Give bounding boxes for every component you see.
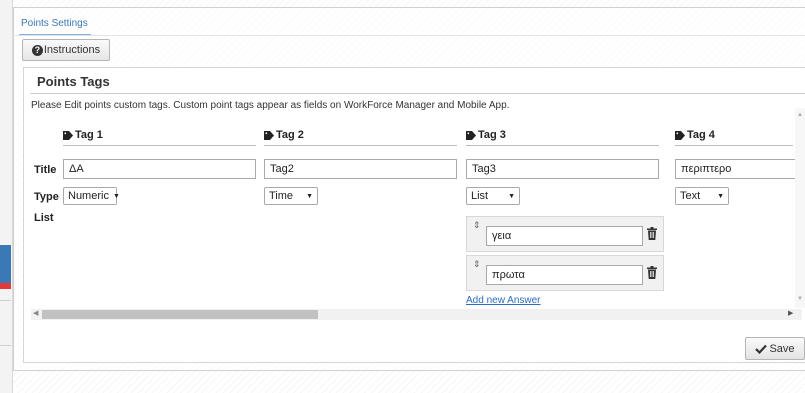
tag-2-underline [264,145,457,146]
tag-4-underline [675,145,793,146]
instructions-button-label: Instructions [43,44,101,56]
tag-1-underline [63,145,256,146]
tag-1-label: Tag 1 [75,129,103,141]
dropdown-caret-icon: ▼ [112,192,120,200]
left-sidebar-strip [0,0,13,393]
dropdown-caret-icon: ▼ [508,192,515,200]
section-divider [30,93,805,94]
tag-1-type-value: Numeric [68,190,109,202]
add-new-answer-link[interactable]: Add new Answer [466,295,541,306]
tag-1-header: Tag 1 [63,129,103,141]
tag-4-type-select[interactable]: Text ▼ [675,187,729,205]
tag-3-type-select[interactable]: List ▼ [466,187,520,205]
section-description: Please Edit points custom tags. Custom p… [31,100,510,111]
tab-points-settings[interactable]: Points Settings [19,17,91,36]
tag-3-title-input[interactable] [466,159,659,179]
title-row-label: Title [34,164,57,176]
trash-icon[interactable] [647,266,657,279]
list-answer-item: ⇕ [466,216,664,252]
type-row-label: Type [34,191,59,203]
scroll-right-icon[interactable]: ▶ [788,309,793,317]
list-row-label: List [34,212,54,224]
save-button[interactable]: Save [745,337,805,360]
tag-4-header: Tag 4 [675,129,715,141]
section-title: Points Tags [37,74,110,89]
horizontal-scroll-thumb[interactable] [42,310,318,319]
scroll-up-icon[interactable]: ▲ [797,112,803,118]
list-answer-item: ⇕ [466,255,664,291]
check-icon [755,344,768,354]
tag-3-header: Tag 3 [466,129,506,141]
dropdown-caret-icon: ▼ [306,192,313,200]
answer-input[interactable] [486,265,643,285]
tag-2-label: Tag 2 [276,129,304,141]
dropdown-caret-icon: ▼ [717,192,724,200]
tag-4-label: Tag 4 [687,129,715,141]
tag-4-type-value: Text [680,190,701,202]
tag-2-type-select[interactable]: Time ▼ [264,187,318,205]
trash-icon[interactable] [647,227,657,240]
sidebar-red-marker [0,283,11,289]
sidebar-divider [0,300,11,301]
tag-3-underline [466,145,659,146]
tag-1-type-select[interactable]: Numeric ▼ [63,187,120,205]
tag-1-title-input[interactable] [63,159,256,179]
vertical-scrollbar[interactable] [795,108,805,308]
sidebar-divider [0,345,11,346]
instructions-button[interactable]: ? Instructions [22,39,110,61]
tag-icon [466,130,476,140]
tab-divider [13,35,805,36]
tag-icon [264,130,274,140]
tag-icon [675,130,685,140]
drag-handle-icon[interactable]: ⇕ [473,220,481,231]
question-circle-icon: ? [31,44,43,56]
scroll-left-icon[interactable]: ◀ [33,309,38,317]
tag-4-title-input[interactable] [675,159,797,179]
tag-3-type-value: List [471,190,489,202]
answer-input[interactable] [486,226,643,246]
tag-2-header: Tag 2 [264,129,304,141]
tag-2-title-input[interactable] [264,159,457,179]
sidebar-active-marker [0,245,11,283]
drag-handle-icon[interactable]: ⇕ [473,259,481,270]
tag-3-label: Tag 3 [478,129,506,141]
tag-2-type-value: Time [269,190,294,202]
scroll-down-icon[interactable]: ▼ [797,296,803,302]
tag-icon [63,130,73,140]
save-button-label: Save [769,342,795,355]
